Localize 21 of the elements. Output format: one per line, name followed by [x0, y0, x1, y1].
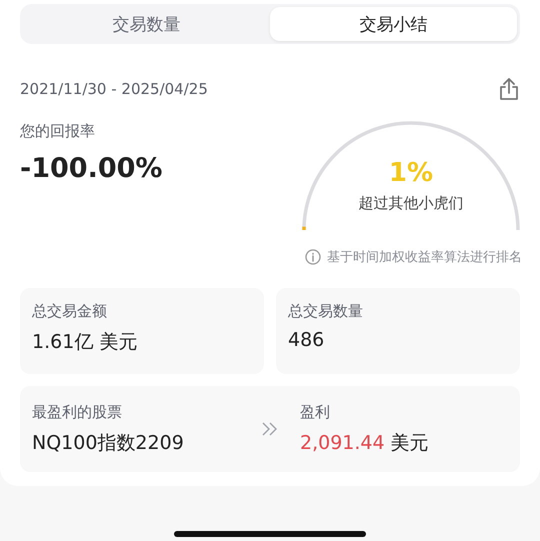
tab[interactable]: 交易小结: [270, 7, 517, 41]
profit-label: 盈利: [300, 402, 331, 422]
stock-name: NQ100指数2209: [32, 430, 185, 456]
stat-label: 总交易金额: [32, 302, 108, 321]
share-icon[interactable]: [498, 77, 520, 101]
info-icon[interactable]: [305, 249, 321, 265]
date-range: 2021/11/30 - 2025/04/25: [20, 80, 208, 98]
tab[interactable]: 交易数量: [23, 7, 270, 41]
return-label: 您的回报率: [20, 122, 96, 141]
stat-value: 486: [288, 329, 326, 351]
stat-value: 1.61亿 美元: [32, 330, 138, 355]
rank-caption: 超过其他小虎们: [358, 194, 464, 213]
rank-percent: 1%: [388, 158, 434, 188]
return-value: -100.00%: [20, 153, 162, 184]
best-stock-label: 最盈利的股票: [32, 402, 123, 422]
ranking-note: 基于时间加权收益率算法进行排名: [327, 249, 522, 266]
profit-amount: 2,091.44: [300, 432, 385, 454]
double-chevron-icon: [261, 421, 279, 437]
currency-unit: 美元: [390, 430, 429, 456]
best-stock-card[interactable]: 最盈利的股票 NQ100指数2209 盈利 2,091.44 美元: [20, 386, 520, 472]
stat-label: 总交易数量: [288, 302, 364, 321]
